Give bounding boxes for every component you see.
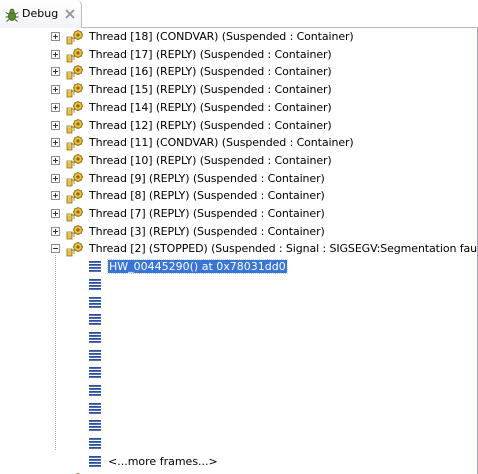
thread-row[interactable]: Thread [11] (CONDVAR) (Suspended : Conta… xyxy=(0,135,478,153)
thread-icon xyxy=(66,65,83,80)
thread-label: Thread [3] (REPLY) (Suspended : Containe… xyxy=(89,224,325,238)
thread-icon xyxy=(66,224,83,240)
thread-icon xyxy=(66,207,83,222)
collapse-toggle[interactable] xyxy=(51,244,60,254)
stack-frame-icon xyxy=(89,455,101,467)
thread-label: Thread [2] (STOPPED) (Suspended : Signal… xyxy=(89,242,478,256)
expand-toggle[interactable] xyxy=(51,32,60,41)
debug-view: Debug Thread [18] (CONDVAR) (Suspended :… xyxy=(0,0,478,474)
expand-toggle[interactable] xyxy=(51,67,60,77)
stack-frame-icon xyxy=(89,261,101,272)
stack-frame-row[interactable] xyxy=(0,365,478,383)
frame-label: <...more frames...> xyxy=(108,454,218,468)
expand-toggle[interactable] xyxy=(51,226,60,236)
expand-toggle[interactable] xyxy=(51,49,60,59)
stack-frame-icon xyxy=(89,278,101,290)
thread-icon xyxy=(66,83,83,98)
stack-frame-row[interactable] xyxy=(0,383,478,401)
thread-row[interactable]: Thread [17] (REPLY) (Suspended : Contain… xyxy=(0,47,478,65)
thread-label: Thread [8] (REPLY) (Suspended : Containe… xyxy=(89,189,325,203)
thread-label: Thread [12] (REPLY) (Suspended : Contain… xyxy=(89,118,332,132)
stack-frame-row[interactable] xyxy=(0,295,478,313)
thread-label: Thread [7] (REPLY) (Suspended : Containe… xyxy=(89,207,325,220)
expand-toggle[interactable] xyxy=(51,173,60,183)
stack-frame-row[interactable] xyxy=(0,436,478,454)
tab-title: Debug xyxy=(22,7,59,20)
expand-toggle[interactable] xyxy=(51,85,60,95)
thread-icon xyxy=(66,171,83,186)
thread-row[interactable]: Thread [9] (REPLY) (Suspended : Containe… xyxy=(0,171,478,189)
stack-frame-icon xyxy=(89,331,101,343)
thread-icon xyxy=(66,189,83,204)
stack-frame-row[interactable] xyxy=(0,418,478,436)
stack-frame-icon xyxy=(89,438,101,449)
thread-icon xyxy=(66,242,83,257)
stack-frame-icon xyxy=(89,420,101,432)
thread-label: Thread [18] (CONDVAR) (Suspended : Conta… xyxy=(89,30,354,43)
stack-frame-row[interactable] xyxy=(0,348,478,366)
stack-frame-row[interactable] xyxy=(0,330,478,348)
thread-label: Thread [17] (REPLY) (Suspended : Contain… xyxy=(89,47,332,61)
stack-frame-icon xyxy=(89,402,101,414)
debug-tree: Thread [18] (CONDVAR) (Suspended : Conta… xyxy=(0,28,478,474)
view-tab-bar: Debug xyxy=(0,0,478,28)
close-icon[interactable] xyxy=(64,8,76,20)
stack-frame-row[interactable] xyxy=(0,401,478,419)
thread-row[interactable]: Thread [10] (REPLY) (Suspended : Contain… xyxy=(0,153,478,171)
thread-icon xyxy=(66,153,83,169)
thread-icon xyxy=(66,30,83,45)
expand-toggle[interactable] xyxy=(51,120,60,130)
thread-row[interactable]: Thread [3] (REPLY) (Suspended : Containe… xyxy=(0,224,478,242)
thread-row[interactable]: Thread [7] (REPLY) (Suspended : Containe… xyxy=(0,206,478,224)
stack-frame-row[interactable] xyxy=(0,277,478,295)
stack-frame-icon xyxy=(89,367,101,379)
thread-label: Thread [11] (CONDVAR) (Suspended : Conta… xyxy=(89,136,354,150)
thread-icon xyxy=(66,136,83,151)
stack-frame-icon xyxy=(89,314,101,325)
thread-icon xyxy=(66,47,83,63)
selected-frame-label: HW_00445290() at 0x78031dd0 xyxy=(107,259,288,275)
stack-frame-icon xyxy=(89,296,101,308)
expand-toggle[interactable] xyxy=(51,191,60,201)
thread-icon xyxy=(66,100,83,116)
thread-row[interactable]: Thread [16] (REPLY) (Suspended : Contain… xyxy=(0,64,478,82)
more-frames-row[interactable]: <...more frames...> xyxy=(0,454,478,472)
thread-icon xyxy=(66,118,83,133)
expand-toggle[interactable] xyxy=(51,138,60,148)
stack-frame-row[interactable] xyxy=(0,312,478,330)
debug-bug-icon xyxy=(5,8,19,22)
expand-toggle[interactable] xyxy=(51,155,60,165)
thread-row[interactable]: Thread [12] (REPLY) (Suspended : Contain… xyxy=(0,118,478,136)
expand-toggle[interactable] xyxy=(51,209,60,218)
thread-label: Thread [16] (REPLY) (Suspended : Contain… xyxy=(89,65,332,79)
stack-frame-icon xyxy=(89,385,101,396)
thread-row[interactable]: Thread [8] (REPLY) (Suspended : Containe… xyxy=(0,188,478,206)
thread-row[interactable]: Thread [2] (STOPPED) (Suspended : Signal… xyxy=(0,241,478,259)
tab-debug[interactable]: Debug xyxy=(0,0,82,28)
thread-row[interactable]: Thread [15] (REPLY) (Suspended : Contain… xyxy=(0,82,478,100)
stack-frame-row[interactable]: HW_00445290() at 0x78031dd0 xyxy=(0,259,478,277)
thread-row[interactable]: Thread [14] (REPLY) (Suspended : Contain… xyxy=(0,100,478,118)
thread-label: Thread [10] (REPLY) (Suspended : Contain… xyxy=(89,153,332,167)
thread-label: Thread [14] (REPLY) (Suspended : Contain… xyxy=(89,100,332,114)
thread-label: Thread [15] (REPLY) (Suspended : Contain… xyxy=(89,83,332,97)
expand-toggle[interactable] xyxy=(51,102,60,112)
stack-frame-icon xyxy=(89,349,101,361)
thread-row[interactable]: Thread [18] (CONDVAR) (Suspended : Conta… xyxy=(0,29,478,47)
thread-label: Thread [9] (REPLY) (Suspended : Containe… xyxy=(89,171,325,185)
